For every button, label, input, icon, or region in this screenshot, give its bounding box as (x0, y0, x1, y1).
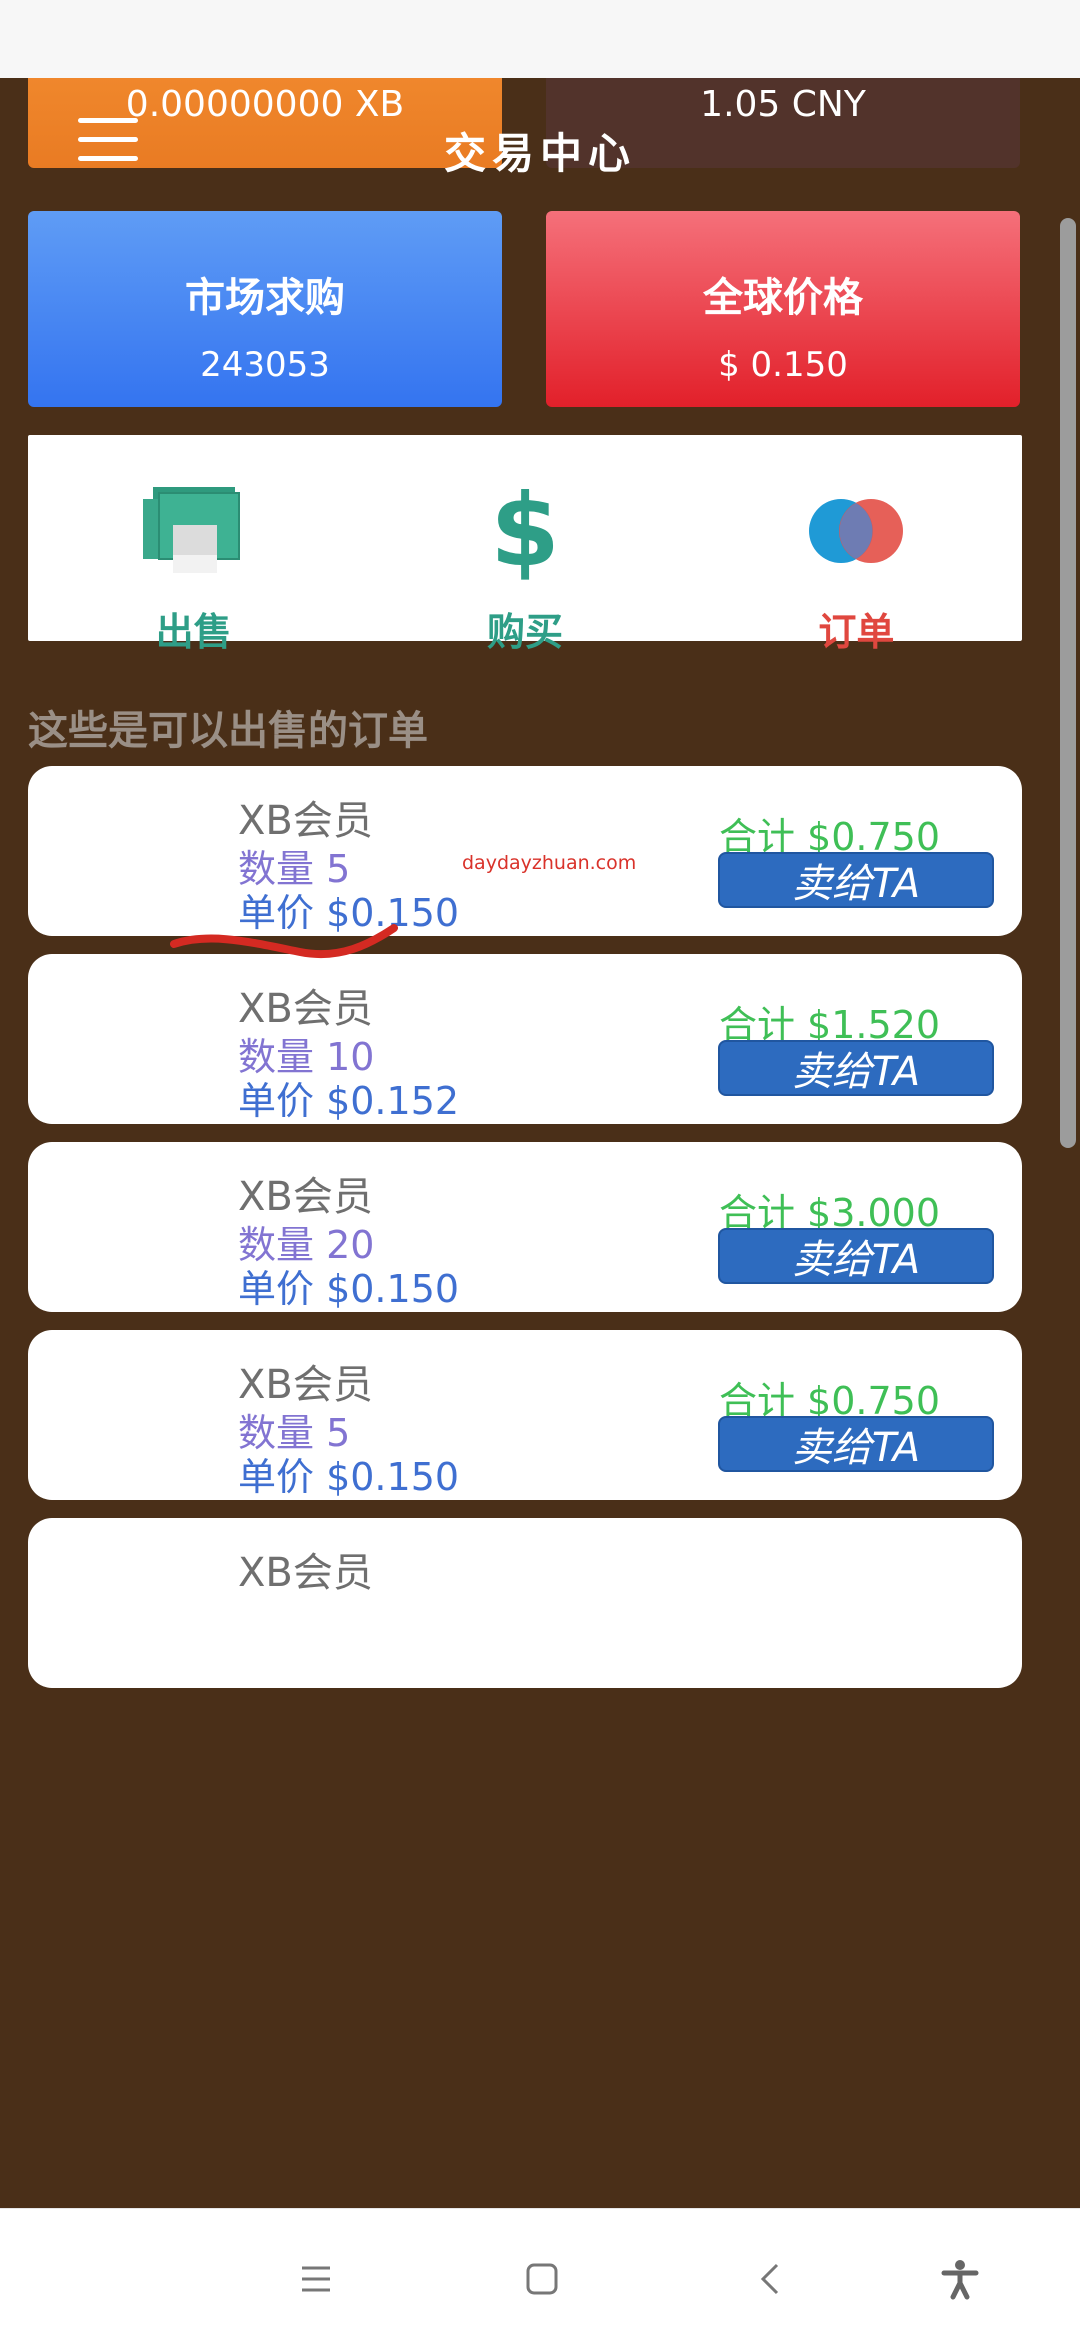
sell-money-icon (139, 481, 249, 581)
page-title: 交易中心 (443, 129, 636, 178)
back-icon[interactable] (740, 2249, 800, 2309)
home-icon[interactable] (512, 2249, 572, 2309)
order-card: XB会员 (28, 1518, 1022, 1688)
market-demand-value: 243053 (200, 345, 330, 385)
global-price-card[interactable]: 全球价格 $ 0.150 (546, 211, 1020, 407)
status-bar (0, 0, 1080, 78)
order-product: XB会员 (238, 1550, 373, 1596)
orders-label: 订单 (818, 610, 895, 654)
balance-cny: 1.05 CNY (700, 84, 866, 125)
buy-action[interactable]: $ 购买 (359, 435, 690, 655)
sell-to-button[interactable]: 卖给TA (718, 852, 994, 908)
sell-action[interactable]: 出售 (28, 435, 359, 654)
global-price-label: 全球价格 (703, 275, 863, 321)
order-unit-price: 单价 $0.150 (238, 1267, 460, 1311)
buy-label: 购买 (486, 610, 563, 654)
order-card: XB会员 数量 20 单价 $0.150 合计 $3.000 卖给TA (28, 1142, 1022, 1312)
sell-to-button[interactable]: 卖给TA (718, 1040, 994, 1096)
order-card: XB会员 数量 5 单价 $0.150 daydayzhuan.com 合计 $… (28, 766, 1022, 936)
sell-to-button[interactable]: 卖给TA (718, 1228, 994, 1284)
section-title: 这些是可以出售的订单 (28, 708, 428, 754)
order-unit-price: 单价 $0.150 (238, 1455, 460, 1499)
system-navbar (0, 2208, 1080, 2340)
red-underline-scribble (170, 924, 398, 959)
sell-label: 出售 (155, 610, 232, 654)
app-content: 0.00000000 XB 1.05 CNY 交易中心 市场求购 243053 … (0, 78, 1080, 2208)
accessibility-icon[interactable] (930, 2249, 990, 2309)
watermark: daydayzhuan.com (462, 852, 637, 874)
scrollbar[interactable] (1058, 218, 1080, 1148)
recent-apps-icon[interactable] (286, 2249, 346, 2309)
orders-action[interactable]: 订单 (691, 435, 1022, 654)
market-demand-card[interactable]: 市场求购 243053 (28, 211, 502, 407)
market-demand-label: 市场求购 (185, 275, 345, 321)
dollar-icon: $ (490, 472, 560, 589)
balance-xb: 0.00000000 XB (125, 84, 405, 125)
scrollbar-thumb[interactable] (1060, 218, 1076, 1148)
order-card: XB会员 数量 10 单价 $0.152 合计 $1.520 卖给TA (28, 954, 1022, 1124)
sell-to-button[interactable]: 卖给TA (718, 1416, 994, 1472)
global-price-value: $ 0.150 (718, 345, 848, 385)
order-unit-price: 单价 $0.152 (238, 1079, 460, 1123)
orders-circles-icon (801, 481, 911, 581)
order-card: XB会员 数量 5 单价 $0.150 合计 $0.750 卖给TA (28, 1330, 1022, 1500)
action-panel: 出售 $ 购买 订单 (28, 435, 1022, 655)
